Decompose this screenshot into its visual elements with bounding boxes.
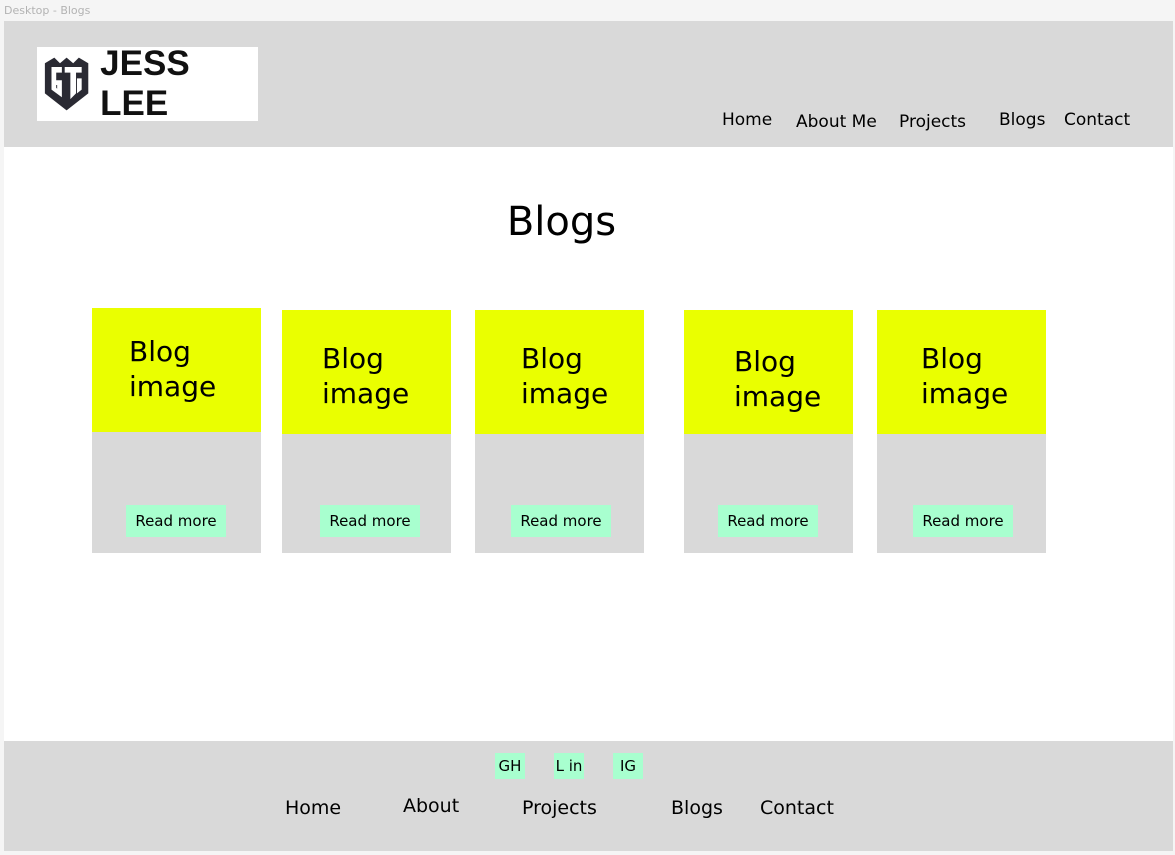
instagram-link[interactable]: IG bbox=[613, 753, 643, 779]
blog-card: Blog image Read more bbox=[282, 310, 451, 553]
frame-label: Desktop - Blogs bbox=[4, 4, 91, 17]
blog-image-label: Blog image bbox=[921, 342, 1009, 410]
read-more-button[interactable]: Read more bbox=[718, 505, 818, 537]
nav-blogs[interactable]: Blogs bbox=[999, 110, 1045, 130]
blog-image-placeholder[interactable]: Blog image bbox=[684, 310, 853, 434]
shield-monogram-icon bbox=[44, 57, 89, 111]
footer-nav-projects[interactable]: Projects bbox=[522, 797, 597, 819]
github-link[interactable]: GH bbox=[495, 753, 525, 779]
nav-home[interactable]: Home bbox=[722, 110, 772, 130]
footer-nav-contact[interactable]: Contact bbox=[760, 797, 834, 819]
blog-image-label: Blog image bbox=[521, 342, 609, 410]
blog-image-label: Blog image bbox=[734, 345, 822, 413]
blog-image-placeholder[interactable]: Blog image bbox=[92, 308, 261, 432]
nav-contact[interactable]: Contact bbox=[1064, 110, 1130, 130]
blog-card: Blog image Read more bbox=[684, 310, 853, 553]
blog-image-placeholder[interactable]: Blog image bbox=[475, 310, 644, 434]
site-header: JESS LEE Home About Me Projects Blogs Co… bbox=[4, 21, 1173, 147]
read-more-button[interactable]: Read more bbox=[126, 505, 226, 537]
read-more-button[interactable]: Read more bbox=[320, 505, 420, 537]
blog-card: Blog image Read more bbox=[92, 308, 261, 553]
nav-about-me[interactable]: About Me bbox=[796, 112, 877, 132]
footer-nav-home[interactable]: Home bbox=[285, 797, 341, 819]
linkedin-link[interactable]: L in bbox=[554, 753, 584, 779]
blog-image-label: Blog image bbox=[322, 342, 410, 410]
footer-nav-about[interactable]: About bbox=[403, 795, 459, 817]
logo-text: JESS LEE bbox=[100, 44, 190, 123]
read-more-button[interactable]: Read more bbox=[913, 505, 1013, 537]
blog-image-placeholder[interactable]: Blog image bbox=[877, 310, 1046, 434]
blog-image-label: Blog image bbox=[129, 335, 217, 403]
blog-card: Blog image Read more bbox=[475, 310, 644, 553]
desktop-frame: JESS LEE Home About Me Projects Blogs Co… bbox=[4, 21, 1173, 851]
nav-projects[interactable]: Projects bbox=[899, 112, 966, 132]
site-footer: GH L in IG Home About Projects Blogs Con… bbox=[4, 741, 1173, 851]
page-title: Blogs bbox=[506, 199, 617, 245]
footer-nav-blogs[interactable]: Blogs bbox=[671, 797, 723, 819]
logo[interactable]: JESS LEE bbox=[37, 44, 258, 123]
blog-image-placeholder[interactable]: Blog image bbox=[282, 310, 451, 434]
read-more-button[interactable]: Read more bbox=[511, 505, 611, 537]
blog-card: Blog image Read more bbox=[877, 310, 1046, 553]
